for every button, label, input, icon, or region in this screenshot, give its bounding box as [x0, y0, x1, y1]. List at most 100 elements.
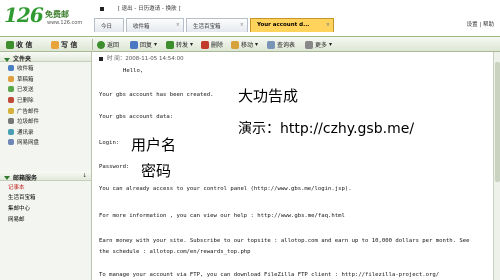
toolbar: 收 信 写 信 返回 回复 ▾ 转发 ▾ 删除 移动 ▾ 查询表 更多 ▾ [0, 36, 500, 52]
section-title: 文件夹 [13, 56, 32, 63]
sidebar-item-drafts[interactable]: 草稿箱 [0, 73, 91, 84]
triangle-down-icon [4, 57, 10, 62]
back-label: 返回 [107, 42, 120, 49]
annotation-demo-url: 演示：http://czhy.gsb.me/ [238, 121, 415, 137]
delete-button[interactable]: 删除 [201, 39, 223, 50]
sidebar-item-label: 已删除 [17, 98, 34, 105]
trash-icon [8, 97, 14, 104]
move-label: 移动 [241, 42, 254, 49]
ad-icon [8, 107, 14, 114]
sidebar-item-label: 网易邮 [8, 216, 25, 223]
close-icon[interactable]: × [240, 22, 244, 28]
chevron-down-icon: ▾ [154, 41, 158, 48]
logo-url: www.126.com [47, 20, 83, 26]
move-button[interactable]: 移动 ▾ [231, 39, 258, 50]
forward-button[interactable]: 转发 ▾ [166, 39, 193, 50]
delete-icon [201, 40, 209, 49]
sidebar-item-contacts[interactable]: 通讯录 [0, 126, 91, 137]
contacts-icon [8, 128, 14, 135]
sidebar-item-label: 已发送 [17, 87, 34, 94]
annotation-password: 密码 [141, 162, 172, 180]
sidebar-item-ads[interactable]: 广告邮件 [0, 104, 91, 115]
password-label: Password: [99, 164, 130, 170]
mail-line: For more information , you can view our … [99, 213, 345, 219]
sidebar-item-spam[interactable]: 垃圾邮件 [0, 115, 91, 126]
forward-icon [166, 40, 174, 49]
receive-button[interactable]: 收 信 [6, 39, 32, 50]
username-redacted [100, 6, 104, 11]
sidebar-item-notes[interactable]: 记事本 [0, 181, 91, 192]
sidebar-item-label: 广告邮件 [17, 108, 40, 115]
user-links[interactable]: [ 退出 - 日历邀请 - 换肤 ] [118, 6, 181, 12]
sidebar-item-stamps[interactable]: 集邮中心 [0, 202, 91, 213]
folder-icon [231, 40, 239, 49]
more-label: 更多 [315, 42, 328, 49]
compose-label: 写 信 [61, 40, 78, 49]
user-bar: [ 退出 - 日历邀请 - 换肤 ] [100, 4, 181, 12]
divider [92, 39, 93, 50]
sidebar-item-label: 通讯录 [17, 129, 34, 136]
back-button[interactable]: 返回 [97, 39, 119, 50]
sidebar-item-label: 生活百宝箱 [8, 195, 36, 202]
tab-life[interactable]: 生活百宝箱 × [186, 18, 248, 32]
tab-label: 收件箱 [133, 24, 150, 30]
inbox-icon [8, 65, 14, 72]
chevron-down-icon: ▾ [329, 41, 333, 48]
mail-line: Earn money with your site. Subscribe to … [99, 238, 470, 244]
more-icon [305, 40, 313, 49]
close-icon[interactable]: × [176, 22, 180, 28]
date-text: 时 间：2008-11-05 14:54:00 [107, 56, 184, 62]
scrollbar-thumb[interactable] [495, 62, 500, 182]
sidebar-item-netdisk[interactable]: 网易网盘 [0, 136, 91, 147]
section-title: 邮箱服务 [13, 174, 38, 182]
tab-mail[interactable]: Your account d... × [250, 18, 334, 32]
reply-button[interactable]: 回复 ▾ [130, 39, 157, 50]
mail-line: the schedule : allotop.com/en/rewards_to… [99, 249, 251, 255]
compose-button[interactable]: 写 信 [51, 39, 77, 50]
sidebar-item-netease[interactable]: 网易邮 [0, 213, 91, 224]
logo[interactable]: 126 免费邮 www.126.com [4, 3, 86, 33]
sidebar-item-label: 集邮中心 [8, 205, 31, 212]
sidebar-item-sent[interactable]: 已发送 [0, 83, 91, 94]
mail-content: 时 间：2008-11-05 14:54:00 Hello, Your gbs … [93, 52, 493, 280]
sidebar-item-deleted[interactable]: 已删除 [0, 94, 91, 105]
download-arrow-icon [6, 40, 14, 49]
tab-label: 生活百宝箱 [193, 24, 221, 30]
forward-label: 转发 [176, 42, 189, 49]
query-button[interactable]: 查询表 [267, 39, 295, 50]
more-button[interactable]: 更多 ▾ [305, 39, 332, 50]
top-header: 126 免费邮 www.126.com [ 退出 - 日历邀请 - 换肤 ] 今… [0, 0, 500, 36]
tab-inbox[interactable]: 收件箱 × [126, 18, 184, 32]
collapse-icon[interactable]: ↓ [82, 173, 87, 179]
sidebar-item-label: 记事本 [8, 184, 25, 191]
settings-help-links[interactable]: 设置 | 帮助 [467, 20, 494, 28]
logo-number: 126 [4, 3, 44, 27]
tab-label: 今日 [101, 24, 113, 30]
close-icon[interactable]: × [326, 22, 330, 28]
sidebar-item-label: 网易网盘 [17, 140, 40, 147]
triangle-down-icon [4, 176, 10, 181]
mail-line: To manage your account via FTP, you can … [99, 272, 440, 278]
mail-line: Your gbs account has been created. [99, 92, 214, 98]
sent-icon [8, 86, 14, 93]
tab-label: Your account d... [257, 22, 310, 28]
draft-icon [8, 75, 14, 82]
sidebar-item-lifebox[interactable]: 生活百宝箱 [0, 191, 91, 202]
logo-text: 免费邮 [45, 10, 69, 19]
mail-line: You can already access to your control p… [99, 186, 352, 192]
chevron-down-icon: ▾ [255, 41, 259, 48]
chevron-down-icon: ▾ [190, 41, 194, 48]
receive-label: 收 信 [16, 40, 33, 49]
sidebar-item-inbox[interactable]: 收件箱 [0, 62, 91, 73]
query-label: 查询表 [277, 42, 296, 49]
services-header[interactable]: 邮箱服务 ↓ [0, 170, 91, 182]
disk-icon [8, 139, 14, 146]
sidebar-item-label: 收件箱 [17, 66, 34, 73]
annotation-success: 大功告成 [238, 87, 299, 105]
annotation-username: 用户名 [131, 136, 177, 154]
sidebar-item-label: 草稿箱 [17, 76, 34, 83]
back-arrow-icon [97, 40, 105, 49]
tab-today[interactable]: 今日 [94, 18, 124, 32]
folders-header[interactable]: 文件夹 [0, 52, 91, 63]
vertical-scrollbar[interactable] [493, 52, 500, 280]
